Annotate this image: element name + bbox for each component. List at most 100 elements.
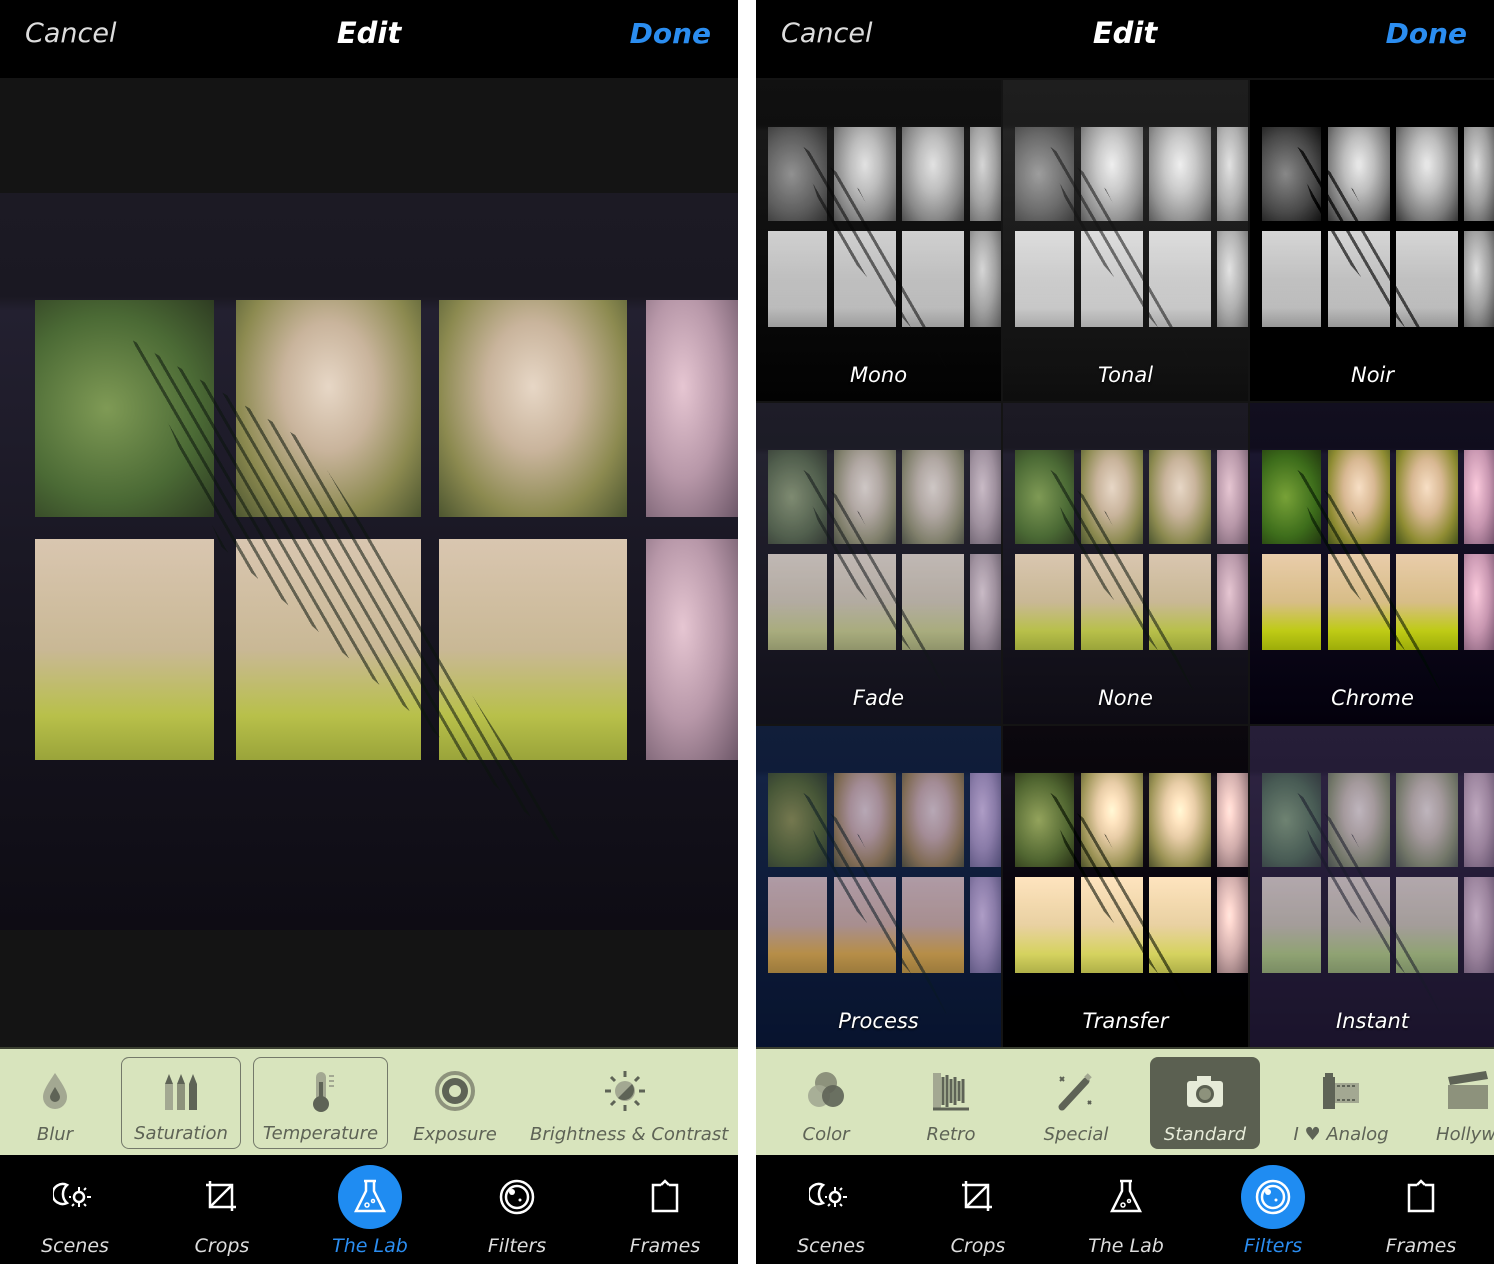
nav-the-lab[interactable]: The Lab (310, 1165, 430, 1257)
frame-icon (633, 1165, 697, 1229)
nav-label: Crops (194, 1235, 250, 1257)
clapperboard-icon (1448, 1071, 1488, 1109)
header: Cancel Edit Done (0, 0, 738, 78)
tool-retro[interactable]: Retro (906, 1057, 996, 1149)
tool-label: Temperature (262, 1123, 379, 1144)
nav-label: Filters (1243, 1235, 1303, 1257)
window-pane (1148, 449, 1212, 545)
filter-mono[interactable]: Mono (756, 80, 1001, 401)
tool-blur[interactable]: Blur (10, 1057, 100, 1149)
window-pane (1217, 772, 1248, 868)
lab-tools-bar: Blur Saturation Temperature Exposure Brightn… (0, 1047, 738, 1155)
nav-label: Scenes (797, 1235, 865, 1257)
nav-label: Filters (487, 1235, 547, 1257)
left-phone-screen: Cancel Edit Done Blur Saturation Temperatu… (0, 0, 738, 1264)
film-roll-icon (1323, 1073, 1359, 1109)
filter-label: Noir (1350, 363, 1395, 387)
filter-label: None (1098, 686, 1153, 710)
header: Cancel Edit Done (756, 0, 1494, 78)
tool-standard[interactable]: Standard (1150, 1057, 1260, 1149)
filter-preview (1003, 726, 1248, 1047)
tool-label: Blur (36, 1124, 74, 1145)
crop-icon (946, 1165, 1010, 1229)
photo-preview (0, 193, 738, 930)
sun-contrast-icon (605, 1071, 645, 1111)
tint-overlay (1250, 726, 1494, 1047)
filter-label: Process (838, 1009, 919, 1033)
filter-noir[interactable]: Noir (1250, 80, 1494, 401)
window-pane (1395, 126, 1459, 222)
nav-label: Frames (629, 1235, 701, 1257)
nav-scenes[interactable]: Scenes (15, 1165, 135, 1257)
moon-sun-icon (799, 1165, 863, 1229)
tool-saturation[interactable]: Saturation (121, 1057, 241, 1149)
droplet-icon (43, 1073, 67, 1109)
window-pane (767, 230, 828, 328)
window-pane (645, 539, 738, 761)
done-button[interactable]: Done (1386, 17, 1467, 50)
camera-icon (1187, 1076, 1223, 1107)
filter-transfer[interactable]: Transfer (1003, 726, 1248, 1047)
window-pane (1148, 126, 1212, 222)
filter-label: Transfer (1082, 1009, 1169, 1033)
window-pane (1464, 126, 1494, 222)
filter-process[interactable]: Process (756, 726, 1001, 1047)
flask-icon (1094, 1165, 1158, 1229)
tool-label: Color (802, 1124, 850, 1145)
crop-icon (190, 1165, 254, 1229)
window-pane (1261, 553, 1322, 651)
filter-label: Chrome (1331, 686, 1414, 710)
nav-the-lab[interactable]: The Lab (1066, 1165, 1186, 1257)
tool-brightness-contrast[interactable]: Brightness & Contrast (530, 1057, 729, 1149)
window-pane (645, 299, 738, 518)
filter-fade[interactable]: Fade (756, 403, 1001, 724)
window-pane (970, 230, 1001, 328)
filter-instant[interactable]: Instant (1250, 726, 1494, 1047)
tool-special[interactable]: Special (1026, 1057, 1126, 1149)
nav-crops[interactable]: Crops (162, 1165, 282, 1257)
filter-chrome[interactable]: Chrome (1250, 403, 1494, 724)
tool-label: Hollyw (1436, 1124, 1494, 1145)
nav-filters[interactable]: Filters (457, 1165, 577, 1257)
window-pane (1014, 876, 1075, 974)
filter-label: Tonal (1097, 363, 1154, 387)
filter-preview (1003, 80, 1248, 401)
filter-tonal[interactable]: Tonal (1003, 80, 1248, 401)
aperture-icon (435, 1071, 475, 1111)
tool-label: Saturation (134, 1123, 228, 1144)
filter-categories-bar: Color Retro Special Standard I ♥ Analog Holly… (756, 1047, 1494, 1155)
done-button[interactable]: Done (630, 17, 711, 50)
filter-preview (1003, 403, 1248, 724)
tool-exposure[interactable]: Exposure (390, 1057, 520, 1149)
tool-temperature[interactable]: Temperature (253, 1057, 388, 1149)
window-pane (439, 299, 628, 518)
moon-sun-icon (43, 1165, 107, 1229)
tool-label: Retro (926, 1124, 976, 1145)
frame-icon (1389, 1165, 1453, 1229)
filter-none[interactable]: None (1003, 403, 1248, 724)
tool-label: Exposure (413, 1124, 497, 1145)
window-pane (1217, 876, 1248, 974)
window-pane (1217, 230, 1248, 328)
window-pane (1464, 230, 1494, 328)
nav-filters[interactable]: Filters (1213, 1165, 1333, 1257)
nav-frames[interactable]: Frames (605, 1165, 725, 1257)
tool-label: I ♥ Analog (1293, 1124, 1389, 1145)
nav-frames[interactable]: Frames (1361, 1165, 1481, 1257)
color-circles-icon (808, 1072, 844, 1107)
bellows-camera-icon (933, 1073, 969, 1111)
nav-crops[interactable]: Crops (918, 1165, 1038, 1257)
window-pane (1261, 230, 1322, 328)
window-pane (1217, 126, 1248, 222)
tool-label: Brightness & Contrast (530, 1124, 729, 1145)
window-pane (1148, 772, 1212, 868)
window-pane (1217, 449, 1248, 545)
tool-color[interactable]: Color (776, 1057, 876, 1149)
tool-hollyw[interactable]: Hollyw (1406, 1057, 1494, 1149)
nav-scenes[interactable]: Scenes (771, 1165, 891, 1257)
window-pane (1464, 553, 1494, 651)
tool-i-analog[interactable]: I ♥ Analog (1276, 1057, 1406, 1149)
bottom-nav: Scenes Crops The Lab Filters Frames (0, 1155, 738, 1264)
filter-preview (756, 80, 1001, 401)
thermometer-icon (312, 1072, 334, 1112)
